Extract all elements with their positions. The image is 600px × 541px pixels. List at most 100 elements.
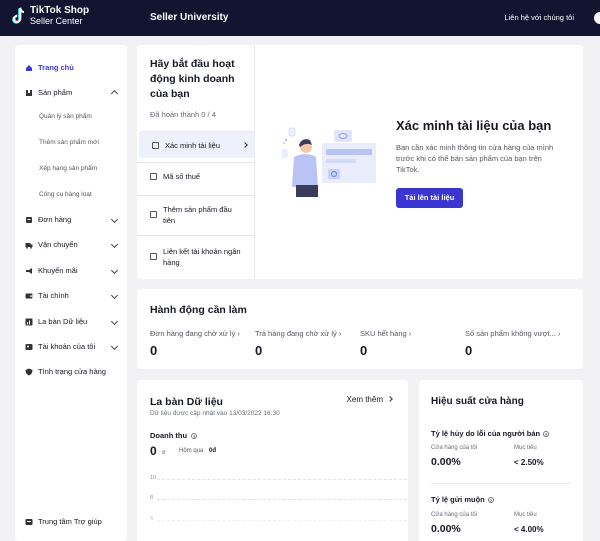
- actions-title: Hành động cần làm: [150, 304, 247, 316]
- target-value: < 4.00%: [514, 525, 544, 534]
- metric-title: Tỷ lệ gửi muộn: [431, 495, 485, 504]
- sidebar-item-shop-health[interactable]: Tình trạng cửa hàng: [25, 367, 121, 376]
- grid-line: [157, 499, 407, 500]
- bank-icon: [150, 253, 157, 260]
- my-shop-label: Cửa hàng của tôi: [431, 512, 478, 518]
- data-compass-title: La bàn Dữ liệu: [150, 396, 223, 408]
- avatar[interactable]: [594, 12, 600, 24]
- tiktok-logo-icon: [12, 7, 25, 24]
- getting-started-steps: Hãy bắt đầu hoạt động kinh doanh của bạn…: [137, 45, 255, 279]
- grid-line: [157, 479, 407, 480]
- sidebar-item-label: Tình trạng cửa hàng: [38, 367, 106, 376]
- sidebar-item-label: Vận chuyển: [38, 240, 78, 249]
- step-add-first-product[interactable]: Thêm sản phẩm đầu tiên: [137, 195, 255, 235]
- seller-university-link[interactable]: Seller University: [150, 12, 228, 23]
- sidebar-subitem-bulk-tools[interactable]: Công cụ hàng loạt: [39, 191, 92, 198]
- sidebar: Trang chủ Sản phẩm Quản lý sản phẩm Thêm…: [15, 45, 127, 541]
- chevron-down-icon: [110, 342, 119, 351]
- sidebar-item-shipping[interactable]: Vận chuyển: [25, 240, 121, 249]
- see-more-label: Xem thêm: [346, 395, 383, 404]
- shop-performance-title: Hiệu suất cửa hàng: [431, 396, 524, 407]
- step-label: Thêm sản phẩm đầu tiên: [163, 205, 232, 225]
- sidebar-item-help-center[interactable]: Trung tâm Trợ giúp: [25, 517, 121, 526]
- action-value: 0: [465, 343, 473, 358]
- chevron-down-icon: [110, 291, 119, 300]
- action-pending-orders[interactable]: Đơn hàng đang chờ xử lý › 0: [150, 329, 240, 358]
- step-verify-documents[interactable]: Xác minh tài liệu: [139, 131, 255, 158]
- getting-started-progress: Đã hoàn thành 0 / 4: [150, 110, 216, 119]
- action-label: Số sản phẩm không vượt...: [465, 329, 556, 338]
- sidebar-item-label: Khuyến mãi: [38, 266, 78, 275]
- metric-late-dispatch-rate: Tỷ lệ gửi muộn?: [431, 495, 494, 504]
- sidebar-item-orders[interactable]: Đơn hàng: [25, 215, 121, 224]
- chevron-down-icon: [110, 317, 119, 326]
- step-tax-code[interactable]: Mã số thuế: [137, 162, 255, 190]
- document-icon: [152, 142, 159, 149]
- sidebar-item-data-compass[interactable]: La bàn Dữ liệu: [25, 317, 121, 326]
- help-icon: [25, 518, 33, 525]
- shield-icon: [25, 368, 33, 375]
- sidebar-item-label: Tài khoản của tôi: [38, 342, 96, 351]
- contact-us-link[interactable]: Liên hệ với chúng tôi: [504, 13, 574, 22]
- chart-icon: [25, 318, 33, 325]
- megaphone-icon: [26, 267, 32, 274]
- getting-started-card: Hãy bắt đầu hoạt động kinh doanh của bạn…: [137, 45, 583, 279]
- yesterday-label: Hôm qua: [179, 448, 204, 454]
- sidebar-item-label: Đơn hàng: [38, 215, 72, 224]
- action-label: SKU hết hàng: [360, 329, 407, 338]
- sidebar-item-home[interactable]: Trang chủ: [25, 63, 121, 72]
- chevron-right-icon: [387, 396, 393, 402]
- sidebar-subitem-add-product[interactable]: Thêm sản phẩm mới: [39, 139, 99, 146]
- step-link-bank-account[interactable]: Liên kết tài khoản ngân hàng: [137, 235, 255, 279]
- home-icon: [26, 64, 32, 71]
- info-icon[interactable]: ?: [191, 433, 198, 440]
- data-compass-card: La bàn Dữ liệu Xem thêm Dữ liệu được cập…: [137, 380, 408, 541]
- box-icon: [26, 89, 32, 96]
- sidebar-item-finance[interactable]: Tài chính: [25, 291, 121, 300]
- sidebar-item-my-account[interactable]: Tài khoản của tôi: [25, 342, 121, 351]
- my-shop-label: Cửa hàng của tôi: [431, 445, 478, 451]
- my-shop-value: 0.00%: [431, 523, 461, 535]
- chevron-down-icon: [110, 215, 119, 224]
- sidebar-item-products[interactable]: Sản phẩm: [25, 88, 121, 98]
- info-icon[interactable]: ?: [543, 431, 550, 438]
- tiktok-shop-logo[interactable]: TikTok Shop Seller Center: [12, 6, 89, 26]
- step-label: Mã số thuế: [163, 172, 201, 181]
- divider: [431, 483, 571, 484]
- wallet-icon: [25, 293, 33, 298]
- tax-icon: [150, 173, 157, 180]
- axis-tick-label: 10: [150, 475, 157, 481]
- top-bar: TikTok Shop Seller Center Seller Univers…: [0, 0, 600, 36]
- action-out-of-stock-sku[interactable]: SKU hết hàng › 0: [360, 329, 411, 358]
- info-icon[interactable]: ?: [487, 497, 494, 504]
- revenue-label-text: Doanh thu: [150, 431, 188, 440]
- sidebar-item-label: Sản phẩm: [38, 88, 73, 97]
- action-label: Trả hàng đang chờ xử lý: [255, 329, 337, 338]
- step-label: Xác minh tài liệu: [165, 141, 221, 150]
- metric-seller-cancel-rate: Tỷ lệ hủy do lỗi của người bán?: [431, 429, 550, 438]
- getting-started-title: Hãy bắt đầu hoạt động kinh doanh của bạn: [150, 58, 235, 100]
- action-value: 0: [360, 343, 368, 358]
- sidebar-item-promotions[interactable]: Khuyến mãi: [25, 266, 121, 275]
- actions-to-do-card: Hành động cần làm Đơn hàng đang chờ xử l…: [137, 289, 583, 369]
- truck-icon: [25, 242, 33, 249]
- chevron-down-icon: [110, 240, 119, 249]
- action-pending-returns[interactable]: Trả hàng đang chờ xử lý › 0: [255, 329, 341, 358]
- action-failed-products[interactable]: Số sản phẩm không vượt... › 0: [465, 329, 560, 358]
- sidebar-subitem-product-rating[interactable]: Xếp hạng sản phẩm: [39, 165, 97, 172]
- sidebar-item-label: La bàn Dữ liệu: [38, 317, 88, 326]
- revenue-unit: đ: [162, 450, 165, 456]
- verify-documents-illustration: [282, 127, 376, 197]
- see-more-link[interactable]: Xem thêm: [346, 395, 393, 404]
- sidebar-subitem-manage-products[interactable]: Quản lý sản phẩm: [39, 113, 92, 120]
- data-updated-timestamp: Dữ liệu được cập nhật vào 13/03/2022 16:…: [150, 410, 280, 417]
- shop-performance-card: Hiệu suất cửa hàng Tỷ lệ hủy do lỗi của …: [419, 380, 583, 541]
- action-label: Đơn hàng đang chờ xử lý: [150, 329, 236, 338]
- action-value: 0: [150, 343, 158, 358]
- metric-title: Tỷ lệ hủy do lỗi của người bán: [431, 429, 541, 438]
- target-label: Mục tiêu: [514, 445, 537, 451]
- target-value: < 2.50%: [514, 458, 544, 467]
- upload-documents-button[interactable]: Tải lên tài liệu: [396, 188, 463, 208]
- revenue-value: 0: [150, 444, 157, 458]
- user-icon: [25, 343, 33, 350]
